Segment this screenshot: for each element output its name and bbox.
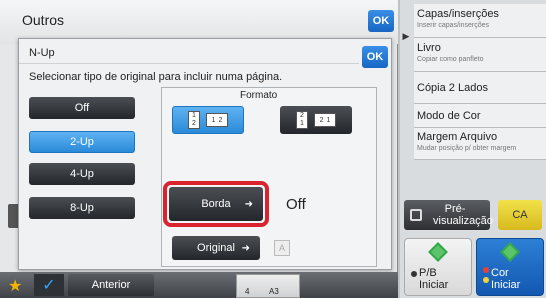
original-label: Original [197, 242, 235, 254]
format-right-to-left-button[interactable]: 2 1 2 1 [280, 106, 352, 134]
paper-size: A3 [269, 287, 279, 296]
start-bw-label: P/B Iniciar [419, 267, 448, 291]
rp-item-title: Margem Arquivo [417, 131, 498, 143]
page-stack-icon: 1 2 [188, 111, 200, 129]
start-diamond-icon [500, 242, 520, 262]
paper-indicator: 4 A3 [236, 274, 300, 298]
color-dot-icon [483, 267, 489, 273]
start-color-label: Cor Iniciar [491, 267, 520, 291]
page-number: 2 [218, 116, 223, 124]
borda-label: Borda [201, 198, 231, 210]
star-icon[interactable]: ★ [8, 276, 22, 296]
nup-4up-button[interactable]: 4-Up [29, 163, 135, 185]
rp-item-subtitle: Copiar como panfleto [417, 56, 484, 63]
start-bw-line2: Iniciar [419, 279, 449, 291]
start-bw-button[interactable]: P/B Iniciar [404, 238, 472, 296]
paper-count: 4 [245, 287, 250, 296]
borda-value: Off [286, 196, 306, 213]
page-number: 1 [211, 116, 216, 124]
original-button[interactable]: Original ➜ [172, 236, 260, 260]
rp-item-livro[interactable]: Livro Copiar como panfleto [414, 38, 546, 72]
back-button[interactable]: Anterior [68, 274, 154, 296]
format-label: Formato [240, 90, 278, 101]
color-dot-icon [483, 277, 489, 283]
start-diamond-icon [428, 242, 448, 262]
page-side-icon: 2 1 [314, 113, 336, 127]
orientation-icon: A [274, 240, 290, 256]
page-number: 1 [300, 120, 304, 127]
screen: Outros OK N-Up Selecionar tipo de origin… [0, 0, 546, 298]
check-icon[interactable]: ✓ [34, 274, 64, 296]
rp-item-copia-2-lados[interactable]: Cópia 2 Lados [414, 72, 546, 104]
rp-item-title: Capas/inserções [417, 8, 499, 20]
page-number: 1 [326, 116, 331, 124]
arrow-right-icon: ➜ [244, 198, 253, 210]
borda-button[interactable]: Borda ➜ [169, 187, 263, 221]
rp-item-title: Modo de Cor [417, 109, 481, 122]
rp-item-title: Livro [417, 42, 441, 54]
nup-title: N-Up [29, 47, 55, 59]
rp-item-title: Cópia 2 Lados [417, 81, 488, 94]
arrow-right-icon: ➜ [241, 242, 250, 254]
page-number: 1 [192, 112, 196, 119]
nup-instruction: Selecionar tipo de original para incluir… [29, 71, 283, 83]
start-color-line2: Iniciar [491, 279, 521, 291]
start-color-line1: Cor [491, 267, 509, 279]
bw-dot-icon [411, 271, 417, 277]
preview-icon [410, 209, 422, 221]
page-stack-icon: 2 1 [296, 111, 308, 129]
collapse-arrow-icon[interactable]: ▶ [400, 28, 412, 44]
format-left-to-right-button[interactable]: 1 2 1 2 [172, 106, 244, 134]
rp-item-margem-arquivo[interactable]: Margem Arquivo Mudar posição p/ obter ma… [414, 128, 546, 160]
page-side-icon: 1 2 [206, 113, 228, 127]
outros-ok-button[interactable]: OK [368, 10, 394, 32]
page-number: 2 [319, 116, 324, 124]
page-number: 2 [300, 112, 304, 119]
nup-off-button[interactable]: Off [29, 97, 135, 119]
rp-item-subtitle: Mudar posição p/ obter margem [417, 145, 517, 152]
start-color-button[interactable]: Cor Iniciar [476, 238, 544, 296]
start-bw-line1: P/B [419, 267, 437, 279]
outros-title: Outros [22, 12, 65, 28]
divider [19, 63, 359, 64]
page-number: 2 [192, 120, 196, 127]
nup-2up-button[interactable]: 2-Up [29, 131, 135, 153]
nup-ok-button[interactable]: OK [362, 46, 388, 68]
ca-button[interactable]: CA [498, 200, 542, 230]
rp-item-modo-de-cor[interactable]: Modo de Cor [414, 104, 546, 128]
preview-button[interactable]: Pré-visualização [404, 200, 493, 230]
nup-8up-button[interactable]: 8-Up [29, 197, 135, 219]
rp-item-subtitle: Inserir capas/inserções [417, 22, 489, 29]
preview-label: Pré-visualização [433, 203, 493, 227]
rp-item-capas[interactable]: Capas/inserções Inserir capas/inserções [414, 4, 546, 38]
